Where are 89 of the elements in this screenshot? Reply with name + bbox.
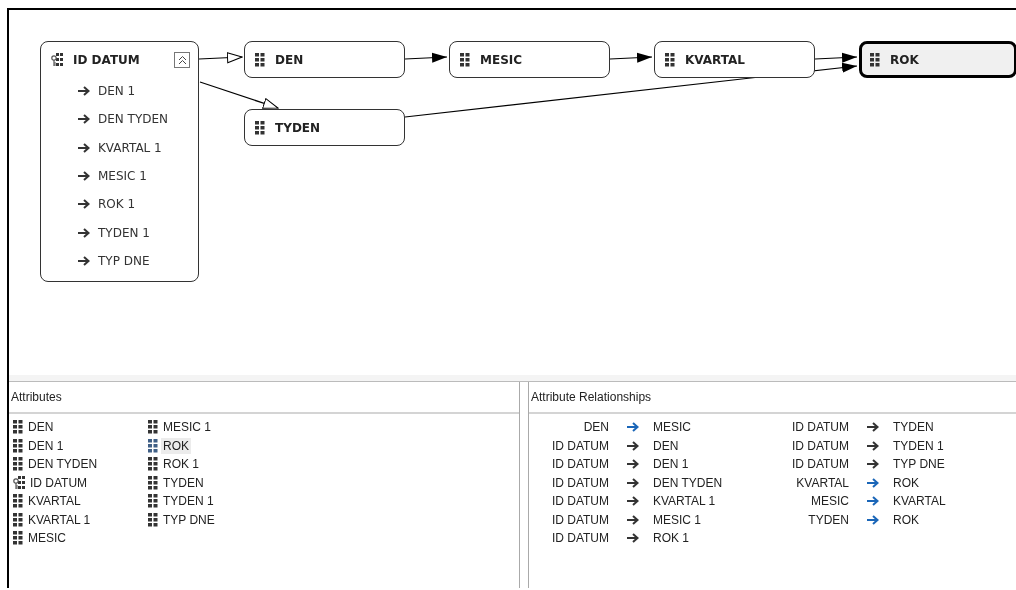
attribute-item[interactable]: DEN 1 (26, 437, 66, 454)
attribute-node[interactable]: DEN (244, 41, 405, 78)
target-attribute: DEN TYDEN (653, 475, 724, 490)
node-title: DEN (275, 52, 305, 67)
node-title: TYDEN (275, 120, 322, 135)
attribute-item[interactable]: ROK (161, 437, 191, 454)
source-attribute: ID DATUM (550, 494, 609, 509)
attribute-icon (148, 438, 158, 453)
target-attribute: MESIC (653, 420, 692, 435)
attribute-node[interactable]: MESIC (449, 41, 610, 78)
attribute-item[interactable]: TYDEN (161, 474, 206, 491)
attribute-icon (255, 52, 265, 67)
source-attribute: ID DATUM (550, 531, 609, 546)
source-attribute: KVARTAL (795, 475, 849, 490)
target-attribute: MESIC 1 (653, 512, 702, 527)
arrow-icon (78, 86, 90, 97)
arrow-icon (78, 142, 90, 153)
target-attribute: ROK 1 (653, 531, 690, 546)
key-attribute-icon (51, 52, 63, 67)
arrow-icon (78, 114, 90, 125)
attribute-node[interactable]: ID DATUM DEN 1 DEN TYDEN KVARTAL 1 MESIC 1 ROK 1 TYDEN 1 TYP DNE (40, 41, 199, 282)
attribute-item[interactable]: DEN (26, 419, 56, 436)
node-title: ROK (890, 52, 920, 67)
source-attribute: ID DATUM (790, 438, 849, 453)
attribute-icon (13, 494, 23, 509)
arrow-icon (78, 227, 90, 238)
target-attribute: DEN (653, 438, 680, 453)
related-attribute: MESIC 1 (98, 169, 147, 184)
arrow-icon (78, 255, 90, 266)
source-attribute: ID DATUM (550, 457, 609, 472)
attribute-node[interactable]: KVARTAL (654, 41, 815, 78)
attribute-icon (255, 120, 265, 135)
attribute-item[interactable]: KVARTAL (26, 493, 83, 510)
target-attribute: DEN 1 (653, 457, 690, 472)
attribute-icon (13, 457, 23, 472)
attribute-item[interactable]: KVARTAL 1 (26, 511, 93, 528)
attribute-item[interactable]: ID DATUM (28, 474, 90, 491)
attribute-icon (665, 52, 675, 67)
attribute-icon (870, 52, 880, 67)
target-attribute: KVARTAL (893, 494, 947, 509)
source-attribute: ID DATUM (790, 457, 849, 472)
attribute-icon (13, 420, 23, 435)
attribute-item[interactable]: ROK 1 (161, 456, 201, 473)
source-attribute: MESIC (810, 494, 849, 509)
source-attribute: DEN (582, 420, 609, 435)
arrow-icon (78, 199, 90, 210)
node-title: KVARTAL (685, 52, 746, 67)
double-chevron-icon (176, 54, 188, 66)
related-attribute: ROK 1 (98, 197, 136, 212)
related-attribute: KVARTAL 1 (98, 140, 162, 155)
attribute-node[interactable]: ROK (859, 41, 1016, 78)
source-attribute: ID DATUM (550, 475, 609, 490)
related-attribute: TYP DNE (98, 253, 150, 268)
source-attribute: ID DATUM (550, 438, 609, 453)
attribute-icon (148, 475, 158, 490)
attribute-icon (148, 512, 158, 527)
attribute-icon (13, 531, 23, 546)
source-attribute: ID DATUM (790, 420, 849, 435)
target-attribute: TYDEN 1 (893, 438, 945, 453)
pane-title: Attribute Relationships (531, 390, 652, 404)
attribute-item[interactable]: TYP DNE (161, 511, 217, 528)
key-attribute-icon (13, 475, 25, 490)
node-title: MESIC (480, 52, 524, 67)
node-title: ID DATUM (73, 52, 141, 67)
attribute-icon (148, 420, 158, 435)
attribute-icon (13, 438, 23, 453)
related-attribute: TYDEN 1 (98, 225, 150, 240)
source-attribute: TYDEN (807, 512, 849, 527)
relationship-arrow (198, 52, 243, 64)
attribute-item[interactable]: MESIC (26, 530, 68, 547)
attribute-icon (148, 494, 158, 509)
target-attribute: KVARTAL 1 (653, 494, 717, 509)
target-attribute: ROK (893, 475, 920, 490)
target-attribute: TYDEN (893, 420, 935, 435)
attribute-item[interactable]: DEN TYDEN (26, 456, 100, 473)
attribute-icon (13, 512, 23, 527)
source-attribute: ID DATUM (550, 512, 609, 527)
target-attribute: ROK (893, 512, 920, 527)
attribute-icon (460, 52, 470, 67)
attribute-node[interactable]: TYDEN (244, 109, 405, 146)
related-attribute: DEN 1 (98, 84, 136, 99)
pane-title: Attributes (11, 390, 62, 404)
attribute-item[interactable]: MESIC 1 (161, 419, 213, 436)
arrow-icon (78, 171, 90, 182)
related-attribute: DEN TYDEN (98, 112, 169, 127)
attribute-item[interactable]: TYDEN 1 (161, 493, 216, 510)
target-attribute: TYP DNE (893, 457, 946, 472)
attribute-icon (148, 457, 158, 472)
collapse-button[interactable] (174, 51, 190, 68)
